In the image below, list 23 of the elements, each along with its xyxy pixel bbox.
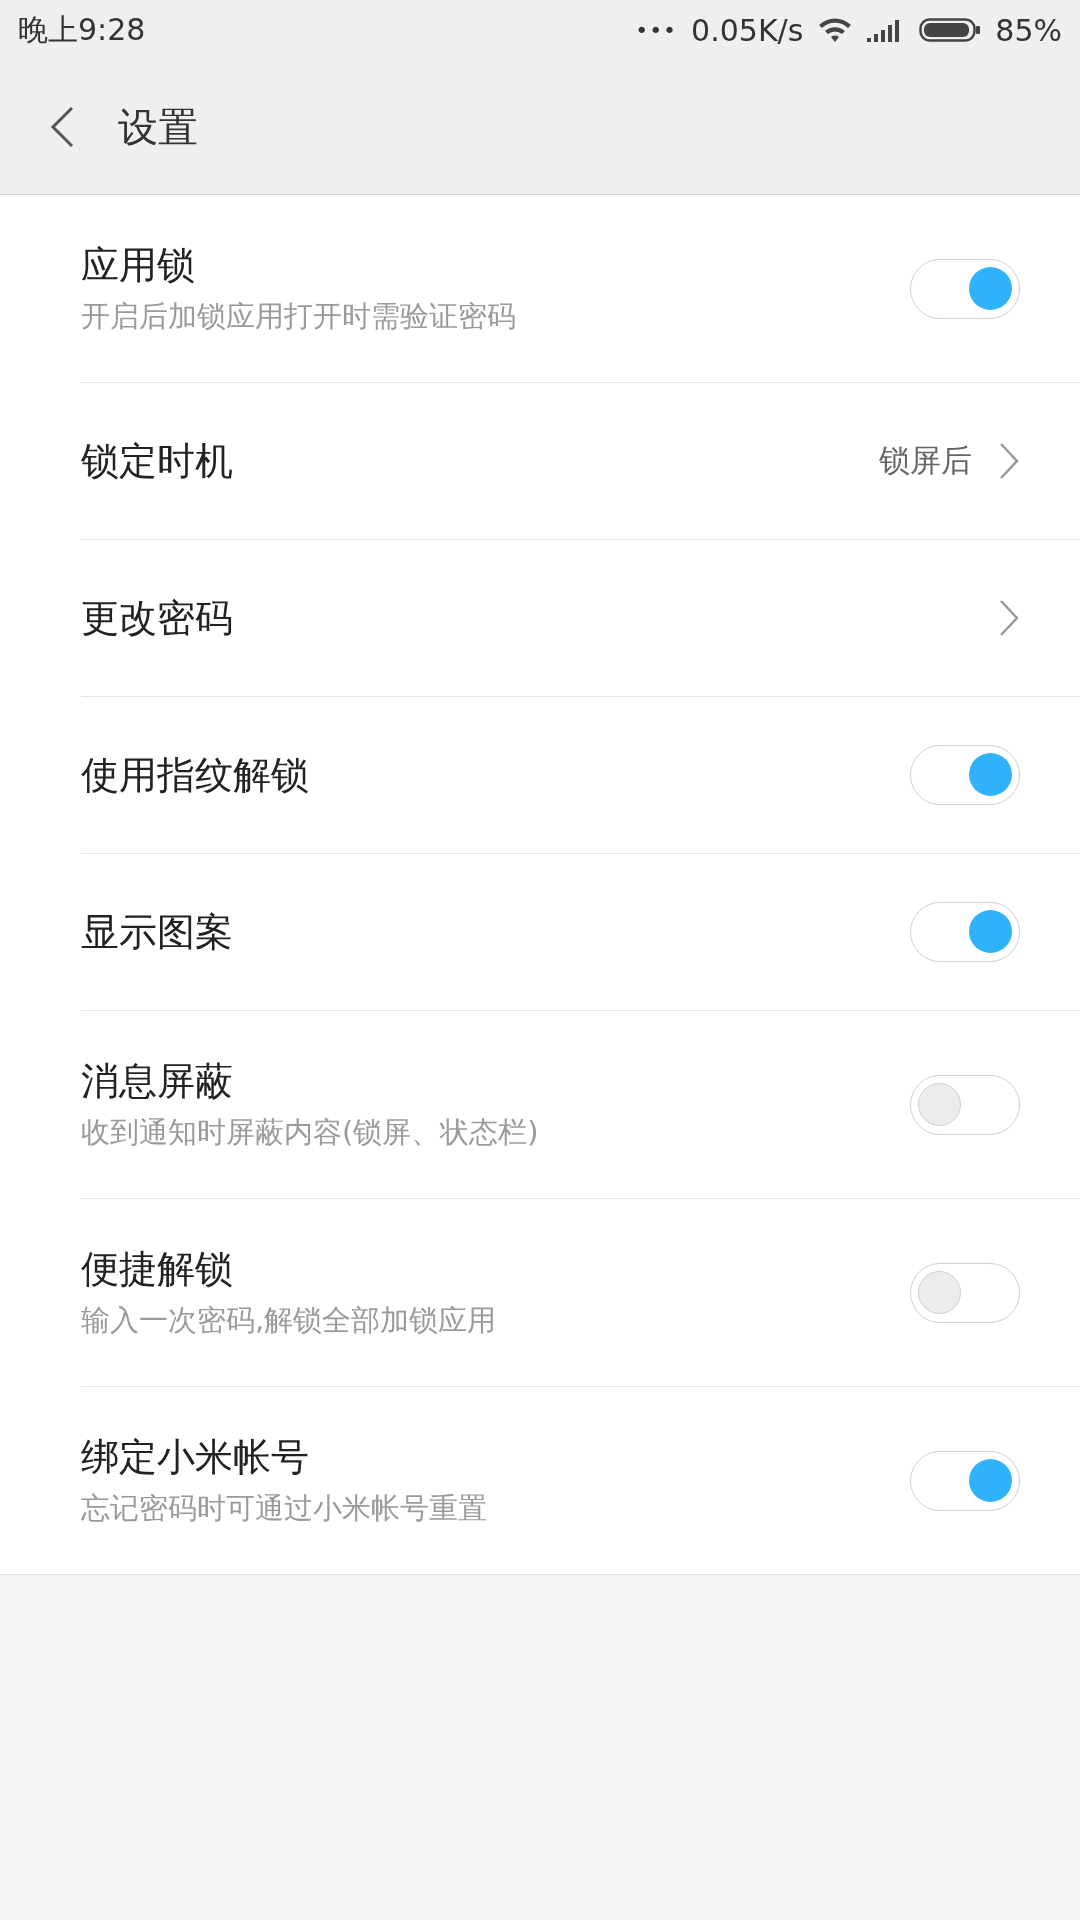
page-title: 设置	[118, 102, 198, 152]
battery-icon	[919, 16, 982, 44]
setting-description: 忘记密码时可通过小米帐号重置	[81, 1490, 488, 1527]
more-notifications-icon: •••	[635, 17, 678, 43]
setting-title: 锁定时机	[81, 437, 234, 485]
wifi-icon	[817, 16, 854, 44]
chevron-right-icon[interactable]	[998, 598, 1020, 638]
setting-title: 显示图案	[81, 908, 234, 956]
setting-value: 锁屏后	[879, 441, 972, 480]
setting-description: 输入一次密码,解锁全部加锁应用	[81, 1302, 498, 1339]
setting-title: 使用指纹解锁	[81, 751, 310, 799]
battery-percentage: 85%	[995, 12, 1062, 48]
setting-title: 绑定小米帐号	[81, 1434, 310, 1481]
setting-title: 消息屏蔽	[81, 1058, 234, 1105]
status-time: 晚上9:28	[18, 10, 146, 49]
setting-title: 应用锁	[81, 242, 196, 289]
chevron-right-icon[interactable]	[998, 441, 1020, 481]
setting-description: 开启后加锁应用打开时需验证密码	[81, 298, 517, 335]
back-icon[interactable]	[48, 105, 76, 149]
setting-title: 便捷解锁	[81, 1246, 234, 1293]
network-speed: 0.05K/s	[691, 12, 804, 48]
setting-description: 收到通知时屏蔽内容(锁屏、状态栏)	[81, 1114, 540, 1151]
setting-title: 更改密码	[81, 594, 234, 642]
